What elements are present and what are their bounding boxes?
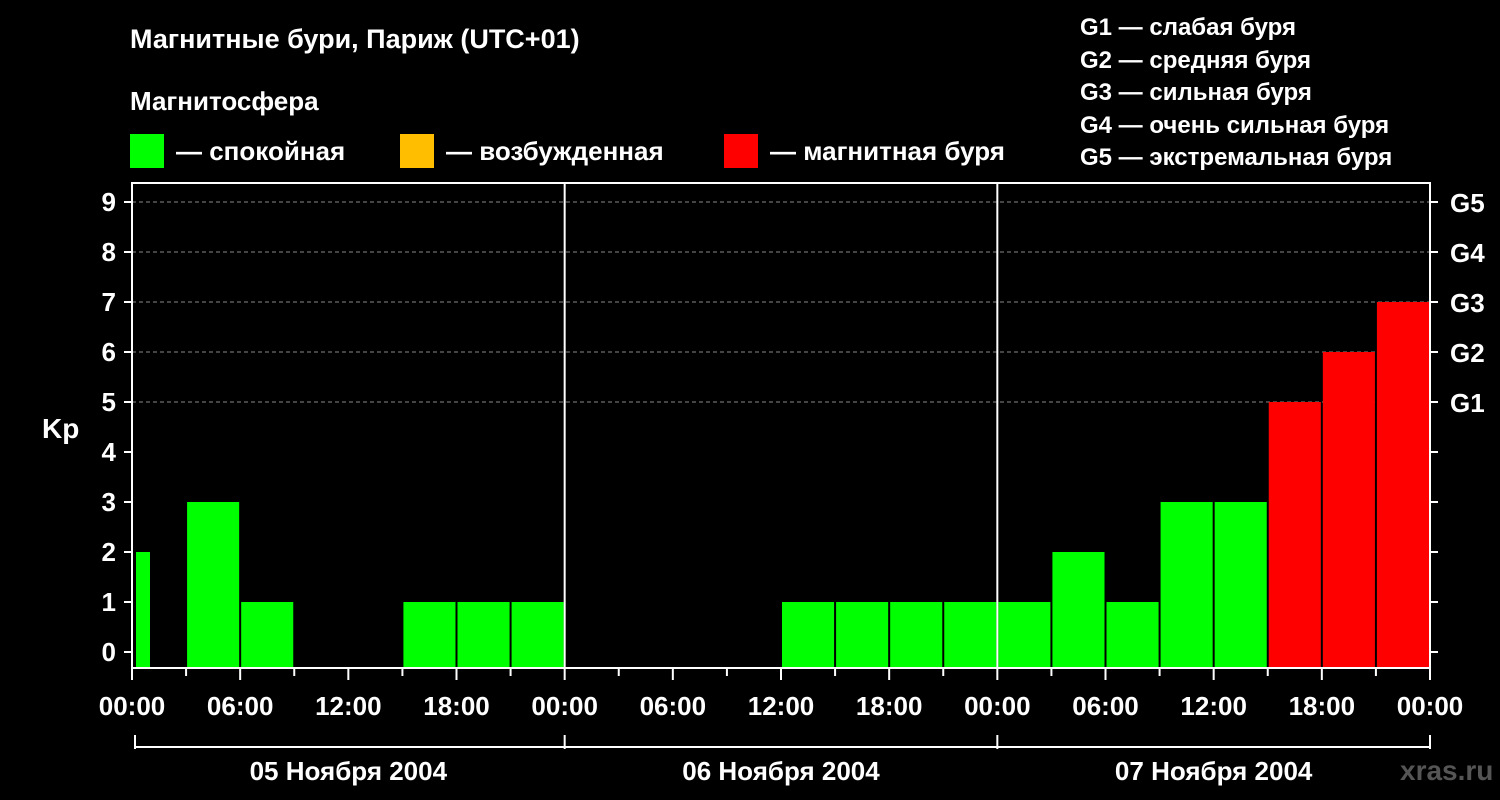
kp-bar xyxy=(890,602,943,668)
day-label: 07 Ноября 2004 xyxy=(1115,756,1313,786)
kp-bar xyxy=(1214,502,1267,668)
watermark: xras.ru xyxy=(1400,755,1494,786)
y-tick-label: 8 xyxy=(102,237,116,267)
y-tick-label: 7 xyxy=(102,287,116,317)
kp-bar xyxy=(403,602,456,668)
kp-chart: 0 1 2 3 4 5 6 7 8 9 G1 G2 G3 G4 G5 Kp 00:00 06:00 12:00 18:… xyxy=(42,182,1485,786)
y-tick-label: 9 xyxy=(102,187,116,217)
x-tick-label: 18:00 xyxy=(423,691,490,721)
x-tick-label: 06:00 xyxy=(1072,691,1139,721)
y-tick-label: 5 xyxy=(102,387,116,417)
x-tick-label: 12:00 xyxy=(1180,691,1247,721)
g-tick-label: G1 xyxy=(1450,388,1485,418)
y-tick-label: 4 xyxy=(102,437,117,467)
x-tick-label: 18:00 xyxy=(1289,691,1356,721)
kp-bar xyxy=(136,552,150,668)
kp-bar xyxy=(944,602,997,668)
kp-bar xyxy=(1052,552,1105,668)
g-tick-label: G4 xyxy=(1450,238,1485,268)
y-tick-label: 6 xyxy=(102,337,116,367)
x-tick-label: 06:00 xyxy=(207,691,274,721)
kp-bar xyxy=(457,602,510,668)
kp-bar xyxy=(1268,402,1321,668)
kp-bar xyxy=(998,602,1051,668)
y-tick-label: 2 xyxy=(102,537,116,567)
x-tick-label: 12:00 xyxy=(315,691,382,721)
kp-bar xyxy=(187,502,240,668)
kp-bar xyxy=(241,602,294,668)
g-tick-label: G5 xyxy=(1450,188,1485,218)
kp-bar xyxy=(836,602,889,668)
x-tick-label: 00:00 xyxy=(1397,691,1464,721)
kp-bar xyxy=(511,602,564,668)
kp-bar xyxy=(1322,352,1375,668)
y-tick-label: 3 xyxy=(102,487,116,517)
y-axis-label: Kp xyxy=(42,413,79,444)
x-tick-label: 12:00 xyxy=(748,691,815,721)
kp-bar xyxy=(1160,502,1213,668)
x-tick-label: 06:00 xyxy=(640,691,707,721)
g-tick-label: G2 xyxy=(1450,338,1485,368)
y-tick-label: 0 xyxy=(102,637,116,667)
y-tick-label: 1 xyxy=(102,587,116,617)
x-tick-label: 00:00 xyxy=(964,691,1031,721)
x-tick-label: 18:00 xyxy=(856,691,923,721)
x-tick-label: 00:00 xyxy=(531,691,598,721)
kp-bar xyxy=(782,602,835,668)
kp-bar xyxy=(1106,602,1159,668)
x-tick-label: 00:00 xyxy=(99,691,166,721)
g-tick-label: G3 xyxy=(1450,288,1485,318)
day-label: 05 Ноября 2004 xyxy=(250,756,448,786)
kp-bar xyxy=(1376,302,1429,668)
day-label: 06 Ноября 2004 xyxy=(682,756,880,786)
